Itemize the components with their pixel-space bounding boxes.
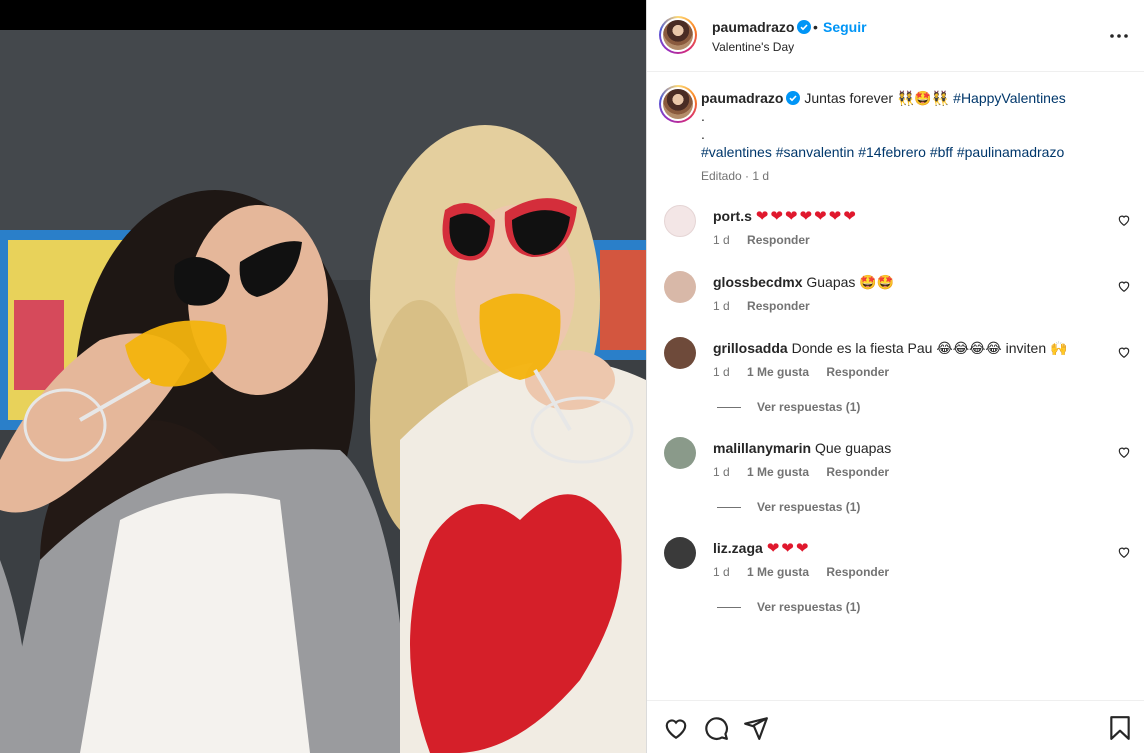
view-replies-button[interactable]: Ver respuestas (1) bbox=[717, 500, 860, 514]
comment-meta: 1 d Responder bbox=[713, 233, 824, 247]
comment-body: ❤❤❤ bbox=[766, 540, 811, 557]
comment-like-icon[interactable] bbox=[1117, 545, 1131, 559]
comment-icon[interactable] bbox=[703, 715, 729, 741]
comment-likes[interactable]: 1 Me gusta bbox=[747, 565, 809, 579]
hashtag-sanvalentin[interactable]: #sanvalentin bbox=[776, 144, 855, 160]
comment-time: 1 d bbox=[713, 365, 730, 379]
caption-dot-1: . bbox=[701, 108, 705, 124]
post-sidebar: paumadrazo • Seguir Valentine's Day paum… bbox=[646, 0, 1144, 753]
comment-time: 1 d bbox=[713, 565, 730, 579]
comment-username[interactable]: malillanymarin bbox=[713, 440, 811, 456]
comment-like-icon[interactable] bbox=[1117, 279, 1131, 293]
view-replies-button[interactable]: Ver respuestas (1) bbox=[717, 600, 860, 614]
comment-time: 1 d bbox=[713, 465, 730, 479]
comment-like-icon[interactable] bbox=[1117, 345, 1131, 359]
hashtag-valentines[interactable]: #valentines bbox=[701, 144, 772, 160]
view-replies-button[interactable]: Ver respuestas (1) bbox=[717, 400, 860, 414]
comment-username[interactable]: grillosadda bbox=[713, 340, 788, 356]
commenter-avatar[interactable] bbox=[664, 337, 696, 369]
photo-illustration bbox=[0, 0, 646, 753]
comment-time: 1 d bbox=[713, 233, 730, 247]
hashtag-bff[interactable]: #bff bbox=[930, 144, 953, 160]
commenter-avatar[interactable] bbox=[664, 437, 696, 469]
comment-text: glossbecdmx Guapas 🤩🤩 bbox=[713, 273, 894, 291]
verified-badge-icon bbox=[797, 20, 812, 34]
comment-username[interactable]: liz.zaga bbox=[713, 540, 763, 556]
caption-body: Juntas forever bbox=[804, 90, 894, 106]
caption-username[interactable]: paumadrazo bbox=[701, 90, 783, 106]
verified-badge-icon bbox=[786, 91, 801, 105]
hashtag-paulinamadrazo[interactable]: #paulinamadrazo bbox=[957, 144, 1064, 160]
comment-body: Donde es la fiesta Pau 😂😂😂😂 inviten 🙌 bbox=[791, 340, 1068, 356]
reply-button[interactable]: Responder bbox=[747, 299, 810, 313]
post-location[interactable]: Valentine's Day bbox=[712, 40, 794, 54]
comments-section[interactable]: paumadrazo Juntas forever 👯🤩👯 #HappyVale… bbox=[647, 73, 1144, 700]
comment-likes[interactable]: 1 Me gusta bbox=[747, 465, 809, 479]
caption-dot-2: . bbox=[701, 126, 705, 142]
comment-text: port.s ❤❤❤❤❤❤❤ bbox=[713, 207, 858, 226]
caption-emojis: 👯🤩👯 bbox=[896, 90, 950, 106]
comment-text: malillanymarin Que guapas bbox=[713, 439, 891, 457]
comment-body: ❤❤❤❤❤❤❤ bbox=[755, 208, 858, 225]
comment-body: Guapas 🤩🤩 bbox=[806, 274, 895, 290]
comment-body: Que guapas bbox=[814, 440, 892, 456]
comment-meta: 1 d Responder bbox=[713, 299, 824, 313]
author-username[interactable]: paumadrazo bbox=[712, 19, 812, 35]
caption-meta: Editado · 1 d bbox=[701, 169, 770, 183]
commenter-avatar[interactable] bbox=[664, 537, 696, 569]
comment-likes[interactable]: 1 Me gusta bbox=[747, 365, 809, 379]
comment-username[interactable]: glossbecdmx bbox=[713, 274, 802, 290]
caption-avatar[interactable] bbox=[659, 85, 697, 123]
comment-meta: 1 d 1 Me gusta Responder bbox=[713, 465, 903, 479]
commenter-avatar[interactable] bbox=[664, 271, 696, 303]
comment-meta: 1 d 1 Me gusta Responder bbox=[713, 565, 903, 579]
comment-username[interactable]: port.s bbox=[713, 208, 752, 224]
comment-like-icon[interactable] bbox=[1117, 213, 1131, 227]
hashtag-happyvalentines[interactable]: #HappyValentines bbox=[953, 90, 1066, 106]
reply-button[interactable]: Responder bbox=[826, 565, 889, 579]
comment-meta: 1 d 1 Me gusta Responder bbox=[713, 365, 903, 379]
comment-time: 1 d bbox=[713, 299, 730, 313]
more-options-icon[interactable] bbox=[1107, 25, 1131, 47]
post-photo[interactable] bbox=[0, 0, 646, 753]
post-caption: paumadrazo Juntas forever 👯🤩👯 #HappyVale… bbox=[701, 89, 1121, 185]
heart-icon[interactable] bbox=[663, 715, 689, 741]
bookmark-icon[interactable] bbox=[1107, 715, 1133, 741]
post-header: paumadrazo • Seguir Valentine's Day bbox=[647, 0, 1144, 72]
comment-like-icon[interactable] bbox=[1117, 445, 1131, 459]
reply-button[interactable]: Responder bbox=[747, 233, 810, 247]
header-separator: • bbox=[813, 19, 818, 35]
comment-text: liz.zaga ❤❤❤ bbox=[713, 539, 810, 558]
share-icon[interactable] bbox=[743, 715, 769, 741]
reply-button[interactable]: Responder bbox=[826, 465, 889, 479]
commenter-avatar[interactable] bbox=[664, 205, 696, 237]
reply-button[interactable]: Responder bbox=[826, 365, 889, 379]
author-avatar[interactable] bbox=[659, 16, 697, 54]
post-actions bbox=[647, 700, 1144, 753]
follow-button[interactable]: Seguir bbox=[823, 19, 867, 35]
hashtag-14febrero[interactable]: #14febrero bbox=[858, 144, 926, 160]
instagram-post-modal: paumadrazo • Seguir Valentine's Day paum… bbox=[0, 0, 1144, 753]
comment-text: grillosadda Donde es la fiesta Pau 😂😂😂😂 … bbox=[713, 339, 1067, 357]
